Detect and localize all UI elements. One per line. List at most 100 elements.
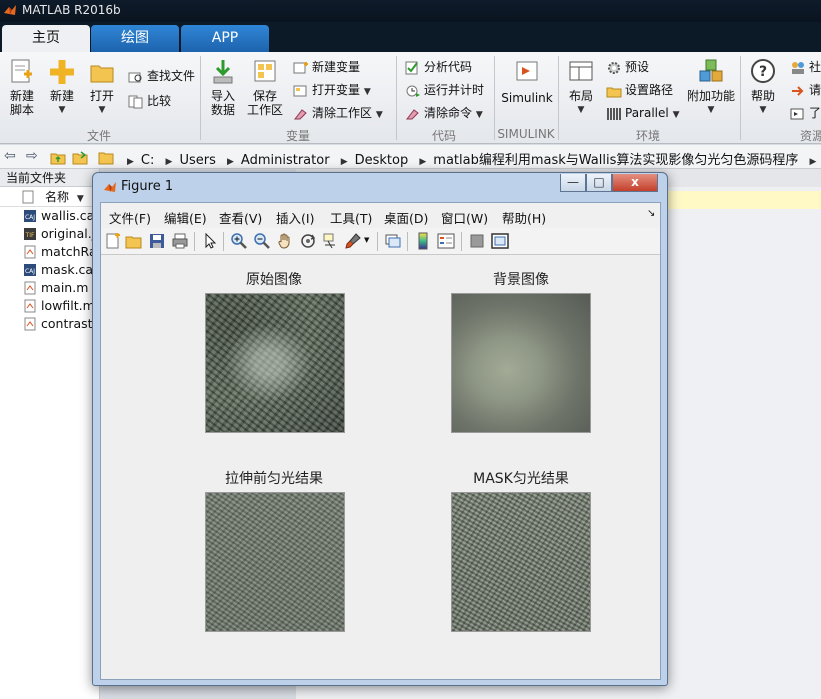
forward-arrow-icon[interactable]: ⇨ xyxy=(26,148,38,164)
menu-insert[interactable]: 插入(I) xyxy=(276,208,314,227)
caj-file-icon: CAJ xyxy=(24,264,36,276)
list-item[interactable]: TIF original.j xyxy=(0,225,99,243)
pan-hand-icon[interactable] xyxy=(276,232,294,250)
tab-home[interactable]: 主页 xyxy=(2,25,90,52)
file-name: matchRa xyxy=(41,244,97,259)
group-label-variable: 变量 xyxy=(285,129,310,143)
zoom-out-icon[interactable] xyxy=(253,232,271,250)
show-plot-tools-icon[interactable] xyxy=(491,232,509,250)
analyze-code-button[interactable]: 分析代码 xyxy=(405,58,472,76)
breadcrumb-item[interactable]: Administrator xyxy=(241,153,330,168)
menu-overflow-arrow-icon[interactable]: ↘ xyxy=(647,208,655,219)
print-icon[interactable] xyxy=(171,232,189,250)
file-name: mask.caj xyxy=(41,262,97,277)
figure-client-area: 文件(F) 编辑(E) 查看(V) 插入(I) 工具(T) 桌面(D) 窗口(W… xyxy=(100,202,661,680)
tab-plots[interactable]: 绘图 xyxy=(91,25,179,52)
open-button[interactable]: 打开 ▼ xyxy=(86,58,118,117)
community-button[interactable]: 社 xyxy=(790,58,821,76)
breadcrumb-separator-icon: ▶ xyxy=(419,157,427,167)
menu-view[interactable]: 查看(V) xyxy=(219,208,262,227)
original-image[interactable] xyxy=(205,293,345,433)
breadcrumb-item[interactable]: matlab编程利用mask与Wallis算法实现影像匀光匀色源码程序 xyxy=(433,153,798,168)
clear-commands-label: 清除命令 xyxy=(424,106,473,120)
learn-matlab-button[interactable]: 了 xyxy=(790,104,821,122)
m-file-icon xyxy=(24,299,36,313)
list-item[interactable]: lowfilt.m xyxy=(0,297,99,315)
parallel-dropdown-icon: ▼ xyxy=(672,110,680,120)
import-data-button[interactable]: 导入 数据 xyxy=(206,58,240,117)
hide-plot-tools-icon[interactable] xyxy=(468,232,486,250)
preferences-button[interactable]: 预设 xyxy=(606,58,649,76)
menu-desktop[interactable]: 桌面(D) xyxy=(384,208,428,227)
zoom-in-icon[interactable] xyxy=(230,232,248,250)
menu-edit[interactable]: 编辑(E) xyxy=(164,208,207,227)
request-support-button[interactable]: 请 xyxy=(790,81,821,99)
list-item[interactable]: CAJ wallis.caj xyxy=(0,207,99,225)
addons-button[interactable]: 附加功能 ▼ xyxy=(686,58,736,117)
clear-commands-button[interactable]: 清除命令 ▼ xyxy=(405,104,483,122)
new-label: 新建 xyxy=(49,89,74,103)
parallel-button[interactable]: Parallel ▼ xyxy=(606,104,679,122)
browse-folder-icon[interactable] xyxy=(72,149,88,165)
breadcrumb-item[interactable]: Desktop xyxy=(355,153,409,168)
tab-apps[interactable]: APP xyxy=(181,25,269,52)
name-column-header[interactable]: 名称 ▼ xyxy=(0,187,99,207)
sort-arrow-icon: ▼ xyxy=(76,194,84,204)
group-label-environment: 环境 xyxy=(635,129,660,143)
list-item[interactable]: main.m xyxy=(0,279,99,297)
list-item[interactable]: CAJ mask.caj xyxy=(0,261,99,279)
open-file-icon[interactable] xyxy=(125,232,143,250)
insert-legend-icon[interactable] xyxy=(437,232,455,250)
save-workspace-label: 保存 工作区 xyxy=(246,89,283,117)
clear-workspace-label: 清除工作区 xyxy=(312,106,373,120)
file-name: contrastS xyxy=(41,316,99,331)
run-and-time-button[interactable]: 运行并计时 xyxy=(405,81,484,99)
layout-button[interactable]: 布局 ▼ xyxy=(564,58,598,117)
set-path-button[interactable]: 设置路径 xyxy=(606,81,673,99)
brush-dropdown-icon[interactable]: ▼ xyxy=(364,236,369,244)
figure-window[interactable]: Figure 1 — □ x 文件(F) 编辑(E) 查看(V) 插入(I) 工… xyxy=(92,172,668,686)
layout-icon xyxy=(569,61,593,81)
up-folder-icon[interactable] xyxy=(50,149,66,165)
menu-tools[interactable]: 工具(T) xyxy=(330,208,372,227)
background-image[interactable] xyxy=(451,293,591,433)
maximize-button[interactable]: □ xyxy=(586,174,612,192)
pointer-arrow-icon[interactable] xyxy=(201,232,219,250)
minimize-button[interactable]: — xyxy=(560,174,586,192)
help-button[interactable]: ? 帮助 ▼ xyxy=(746,58,780,117)
menu-file[interactable]: 文件(F) xyxy=(109,208,151,227)
breadcrumb-item[interactable]: C: xyxy=(141,153,154,168)
breadcrumb-separator-icon: ▶ xyxy=(165,157,173,167)
close-button[interactable]: x xyxy=(612,174,658,192)
find-files-button[interactable]: 查找文件 xyxy=(128,67,195,85)
file-name: wallis.caj xyxy=(41,208,98,223)
insert-colorbar-icon[interactable] xyxy=(414,232,432,250)
simulink-button[interactable]: Simulink xyxy=(500,58,554,105)
menu-window[interactable]: 窗口(W) xyxy=(441,208,488,227)
layout-dropdown-icon: ▼ xyxy=(577,105,585,115)
breadcrumb-item[interactable]: Users xyxy=(179,153,215,168)
app-title: MATLAB R2016b xyxy=(22,3,121,17)
data-cursor-icon[interactable] xyxy=(322,232,340,250)
new-button[interactable]: 新建 ▼ xyxy=(46,58,78,117)
clear-workspace-button[interactable]: 清除工作区 ▼ xyxy=(293,104,383,122)
save-workspace-button[interactable]: 保存 工作区 xyxy=(246,58,284,117)
new-script-icon xyxy=(11,59,32,83)
list-item[interactable]: matchRa xyxy=(0,243,99,261)
list-item[interactable]: contrastS xyxy=(0,315,99,333)
pre-stretch-result-image[interactable] xyxy=(205,492,345,632)
menu-help[interactable]: 帮助(H) xyxy=(502,208,546,227)
folder-open-icon xyxy=(90,65,114,83)
brush-icon[interactable] xyxy=(344,232,362,250)
save-icon[interactable] xyxy=(148,232,166,250)
compare-button[interactable]: 比较 xyxy=(128,92,171,110)
open-variable-button[interactable]: 打开变量 ▼ xyxy=(293,81,371,99)
link-plot-icon[interactable] xyxy=(384,232,402,250)
new-variable-button[interactable]: 新建变量 xyxy=(293,58,360,76)
new-figure-icon[interactable] xyxy=(104,232,122,250)
rotate-3d-icon[interactable] xyxy=(299,232,317,250)
new-script-button[interactable]: 新建 脚本 xyxy=(6,58,38,117)
back-arrow-icon[interactable]: ⇦ xyxy=(4,148,16,164)
new-script-label: 新建 脚本 xyxy=(9,89,34,117)
mask-result-image[interactable] xyxy=(451,492,591,632)
